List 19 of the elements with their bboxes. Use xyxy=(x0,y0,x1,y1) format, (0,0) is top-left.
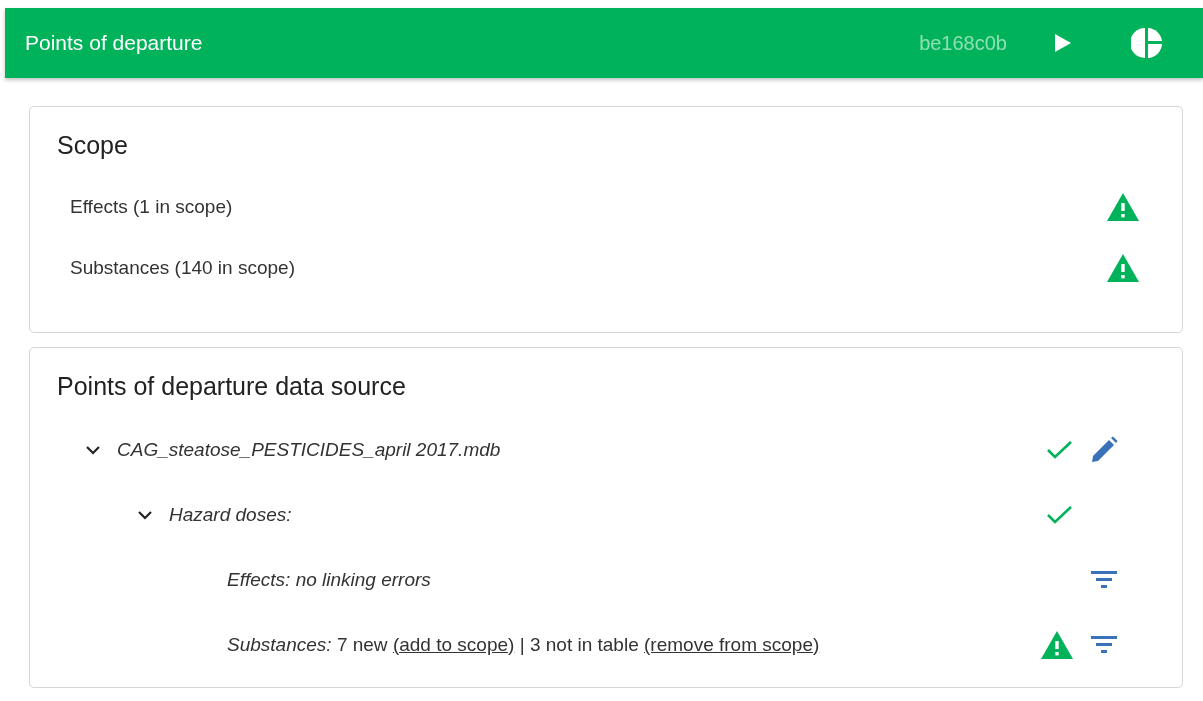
chevron-icon[interactable] xyxy=(137,508,153,521)
play-icon[interactable] xyxy=(1053,32,1073,54)
pencil-icon[interactable] xyxy=(1090,435,1118,464)
filter-icon[interactable] xyxy=(1090,569,1118,590)
page-title: Points of departure xyxy=(25,31,204,55)
chevron-icon[interactable] xyxy=(85,443,101,456)
status-text: Effects: no linking errors xyxy=(227,568,432,591)
pie-chart-icon[interactable] xyxy=(1131,27,1163,59)
card-title: Points of departure data source xyxy=(57,372,407,401)
card-title: Scope xyxy=(57,131,129,160)
scope-item: Effects (1 in scope) xyxy=(70,195,233,218)
section-label: Hazard doses: xyxy=(169,503,293,526)
scope-item: Substances (140 in scope) xyxy=(70,256,295,279)
text-link[interactable]: (add to scope) xyxy=(392,633,515,655)
file-name: CAG_steatose_PESTICIDES_april 2017.mdb xyxy=(117,438,502,461)
filter-icon[interactable] xyxy=(1090,634,1118,655)
status-text: Substances: 7 new (add to scope) | 3 not in table (remove from scope) xyxy=(227,633,821,656)
version-hash: be168c0b xyxy=(919,31,1007,55)
text-link[interactable]: (remove from scope) xyxy=(644,633,820,655)
